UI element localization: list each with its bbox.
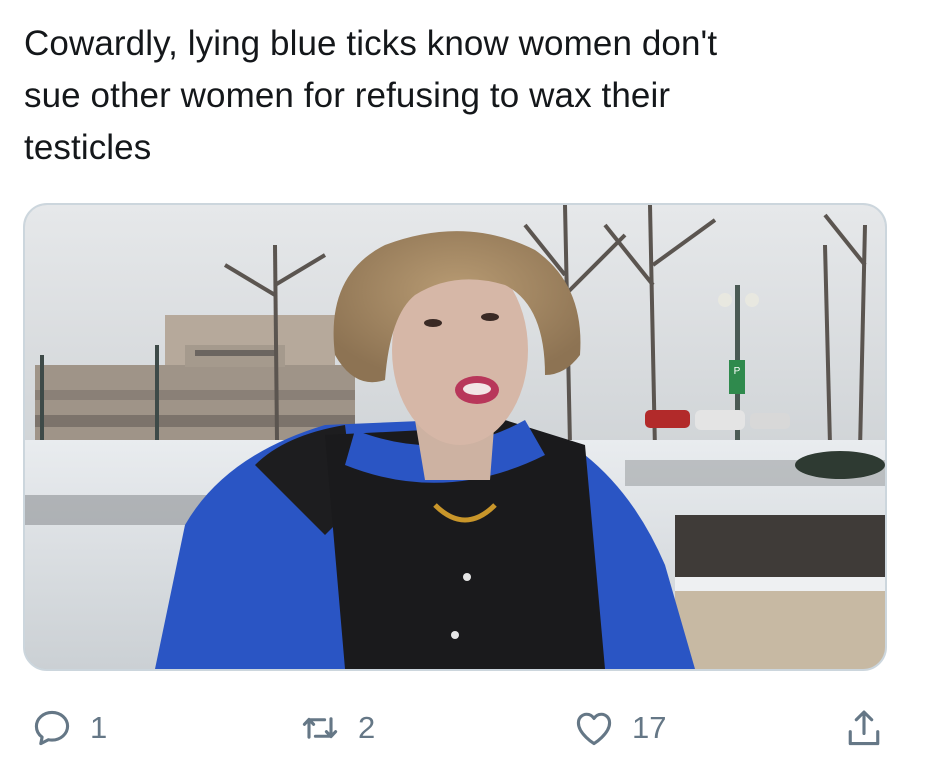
share-icon xyxy=(848,710,880,746)
tweet-text-line-3: testicles xyxy=(24,128,152,167)
reply-count: 1 xyxy=(90,710,108,745)
retweet-button[interactable]: 2 xyxy=(298,700,375,756)
video-thumbnail[interactable]: P xyxy=(23,203,887,671)
video-scene: P xyxy=(25,205,885,669)
like-count: 17 xyxy=(632,710,667,745)
retweet-count: 2 xyxy=(358,710,376,745)
parked-cars xyxy=(645,410,790,430)
tweet-actions: 1 2 17 xyxy=(0,700,935,756)
heart-icon xyxy=(576,712,612,746)
share-button[interactable] xyxy=(842,700,886,756)
reply-button[interactable]: 1 xyxy=(30,700,107,756)
tweet-text: Cowardly, lying blue ticks know women do… xyxy=(24,18,904,174)
tweet-text-line-2: sue other women for refusing to wax thei… xyxy=(24,76,671,115)
reply-icon xyxy=(34,710,70,746)
parking-sign: P xyxy=(734,366,741,377)
tweet-text-line-1: Cowardly, lying blue ticks know women do… xyxy=(24,24,718,63)
retweet-icon xyxy=(302,717,338,739)
like-button[interactable]: 17 xyxy=(572,700,666,756)
